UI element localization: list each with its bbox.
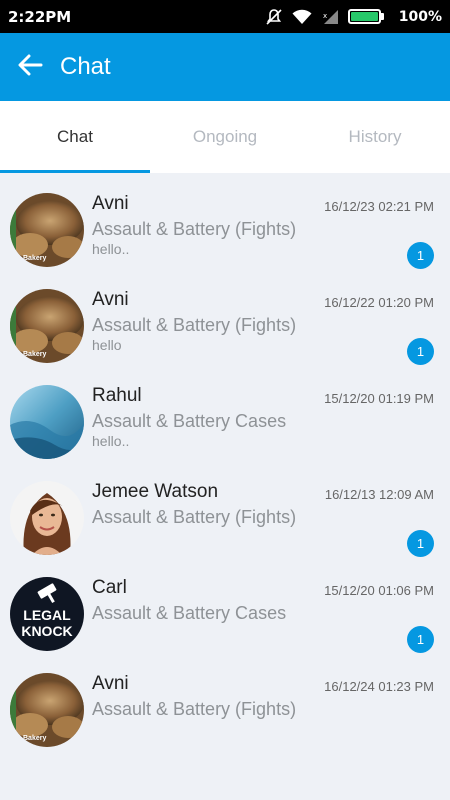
battery-percent: 100% — [398, 8, 442, 25]
wifi-icon — [292, 9, 312, 25]
back-button[interactable] — [0, 33, 60, 101]
case-subject: Assault & Battery (Fights) — [92, 699, 297, 719]
chat-list-item[interactable]: Bakery Avni 16/12/22 01:20 PM Assault & … — [0, 269, 450, 365]
tab-chat[interactable]: Chat — [0, 101, 150, 173]
page-title: Chat — [60, 53, 111, 80]
chat-list-item[interactable]: LEGAL KNOCK Carl 15/12/20 01:06 PM Assau… — [0, 557, 450, 653]
mute-icon — [265, 8, 283, 26]
contact-name: Carl — [92, 577, 127, 598]
contact-name: Avni — [92, 193, 129, 214]
battery-icon — [347, 9, 384, 24]
tab-history[interactable]: History — [300, 101, 450, 173]
status-time: 2:22PM — [8, 7, 72, 26]
status-bar: 2:22PM x 100% — [0, 0, 450, 33]
unread-badge: 1 — [407, 338, 434, 365]
app-bar: Chat — [0, 33, 450, 101]
bakery-avatar: Bakery — [10, 193, 84, 267]
blue-wallpaper-avatar — [10, 385, 84, 459]
svg-text:Bakery: Bakery — [23, 735, 46, 742]
bakery-avatar: Bakery — [10, 673, 84, 747]
case-subject: Assault & Battery (Fights) — [92, 315, 297, 335]
arrow-left-icon — [17, 54, 43, 81]
unread-badge: 1 — [407, 242, 434, 269]
case-subject: Assault & Battery (Fights) — [92, 507, 297, 527]
case-subject: Assault & Battery Cases — [92, 411, 287, 431]
case-subject: Assault & Battery Cases — [92, 603, 287, 623]
tab-bar: Chat Ongoing History — [0, 101, 450, 173]
svg-text:KNOCK: KNOCK — [21, 623, 72, 639]
status-icons: x 100% — [265, 8, 442, 26]
chat-list: Bakery Avni 16/12/23 02:21 PM Assault & … — [0, 173, 450, 749]
message-preview: hello — [92, 337, 122, 353]
message-date: 16/12/24 01:23 PM — [324, 679, 434, 694]
chat-list-item[interactable]: Bakery Avni 16/12/24 01:23 PM Assault & … — [0, 653, 450, 749]
bakery-avatar: Bakery — [10, 289, 84, 363]
tab-label: Chat — [57, 127, 93, 146]
chat-list-item[interactable]: Jemee Watson 16/12/13 12:09 AM Assault &… — [0, 461, 450, 557]
tab-label: Ongoing — [192, 127, 258, 146]
legal-knock-avatar: LEGAL KNOCK — [10, 577, 84, 651]
contact-name: Avni — [92, 289, 129, 310]
tab-label: History — [348, 127, 402, 146]
svg-text:x: x — [323, 12, 327, 20]
contact-name: Avni — [92, 673, 129, 694]
woman-portrait-avatar — [10, 481, 84, 555]
unread-badge: 1 — [407, 530, 434, 557]
contact-name: Rahul — [92, 385, 142, 406]
svg-text:Bakery: Bakery — [23, 351, 46, 358]
message-date: 15/12/20 01:19 PM — [324, 391, 434, 406]
chat-list-item[interactable]: Rahul 15/12/20 01:19 PM Assault & Batter… — [0, 365, 450, 461]
message-date: 16/12/23 02:21 PM — [324, 199, 434, 214]
message-preview: hello.. — [92, 433, 130, 449]
message-date: 16/12/22 01:20 PM — [324, 295, 434, 310]
svg-text:LEGAL: LEGAL — [23, 607, 71, 623]
message-date: 15/12/20 01:06 PM — [324, 583, 434, 598]
svg-text:Bakery: Bakery — [23, 255, 46, 262]
message-date: 16/12/13 12:09 AM — [324, 487, 434, 502]
contact-name: Jemee Watson — [92, 481, 219, 502]
chat-list-item[interactable]: Bakery Avni 16/12/23 02:21 PM Assault & … — [0, 173, 450, 269]
signal-icon: x — [321, 9, 339, 25]
tab-ongoing[interactable]: Ongoing — [150, 101, 300, 173]
message-preview: hello.. — [92, 241, 130, 257]
unread-badge: 1 — [407, 626, 434, 653]
case-subject: Assault & Battery (Fights) — [92, 219, 297, 239]
